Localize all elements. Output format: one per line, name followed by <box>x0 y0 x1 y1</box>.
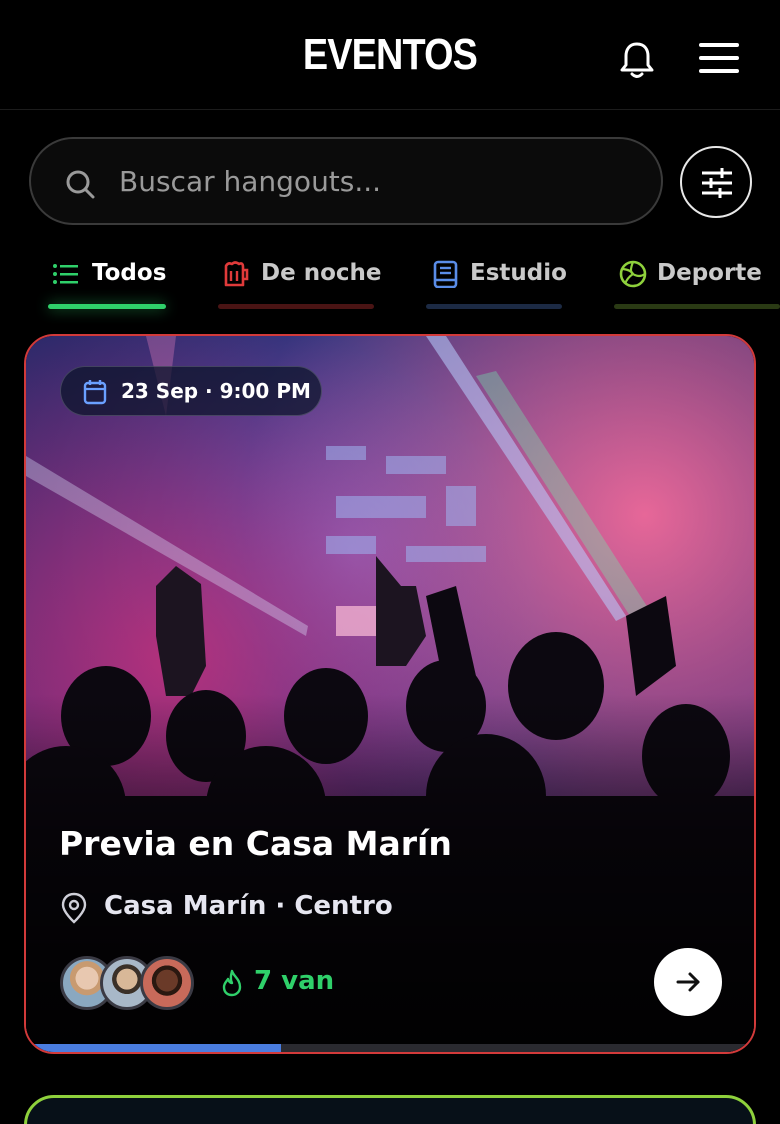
filter-button[interactable] <box>680 146 752 218</box>
avatar <box>140 956 194 1010</box>
hamburger-menu-icon[interactable] <box>697 40 741 76</box>
attendee-count: 7 van <box>254 966 335 996</box>
tab-deporte[interactable]: Deporte <box>614 252 780 312</box>
event-location: Casa Marín · Centro <box>104 891 393 921</box>
event-title: Previa en Casa Marín <box>59 824 452 863</box>
tab-label: Todos <box>92 260 167 286</box>
tab-label: Deporte <box>657 260 762 286</box>
tab-de-noche[interactable]: De noche <box>218 252 382 312</box>
event-date: 23 Sep · 9:00 PM <box>121 379 311 403</box>
search-icon <box>66 170 95 199</box>
book-icon <box>433 260 458 288</box>
search-input[interactable] <box>119 161 639 201</box>
progress-fill <box>26 1044 281 1052</box>
event-card-next[interactable] <box>24 1095 756 1124</box>
tab-estudio[interactable]: Estudio <box>426 252 567 312</box>
app-header: EVENTOS <box>0 0 780 110</box>
tab-indicator <box>48 304 166 309</box>
photo-overlay <box>26 336 754 1052</box>
calendar-icon <box>83 380 107 405</box>
bell-icon[interactable] <box>618 40 656 80</box>
search-bar[interactable] <box>29 137 663 225</box>
event-card[interactable]: 23 Sep · 9:00 PM Previa en Casa Marín Ca… <box>24 334 756 1054</box>
date-badge: 23 Sep · 9:00 PM <box>60 366 322 416</box>
attendee-avatars[interactable] <box>60 956 200 1010</box>
open-event-button[interactable] <box>654 948 722 1016</box>
tab-indicator <box>426 304 562 309</box>
volleyball-icon <box>619 260 647 288</box>
tab-todos[interactable]: Todos <box>48 252 170 312</box>
tab-label: Estudio <box>470 260 567 286</box>
beer-mug-icon <box>224 261 249 287</box>
location-pin-icon <box>61 892 87 924</box>
list-icon <box>53 264 78 284</box>
event-progress-bar <box>26 1044 754 1052</box>
tab-indicator <box>614 304 780 309</box>
sliders-icon <box>702 168 732 198</box>
tab-label: De noche <box>261 260 382 286</box>
arrow-right-icon <box>676 972 700 992</box>
tab-indicator <box>218 304 374 309</box>
flame-icon <box>222 969 242 997</box>
